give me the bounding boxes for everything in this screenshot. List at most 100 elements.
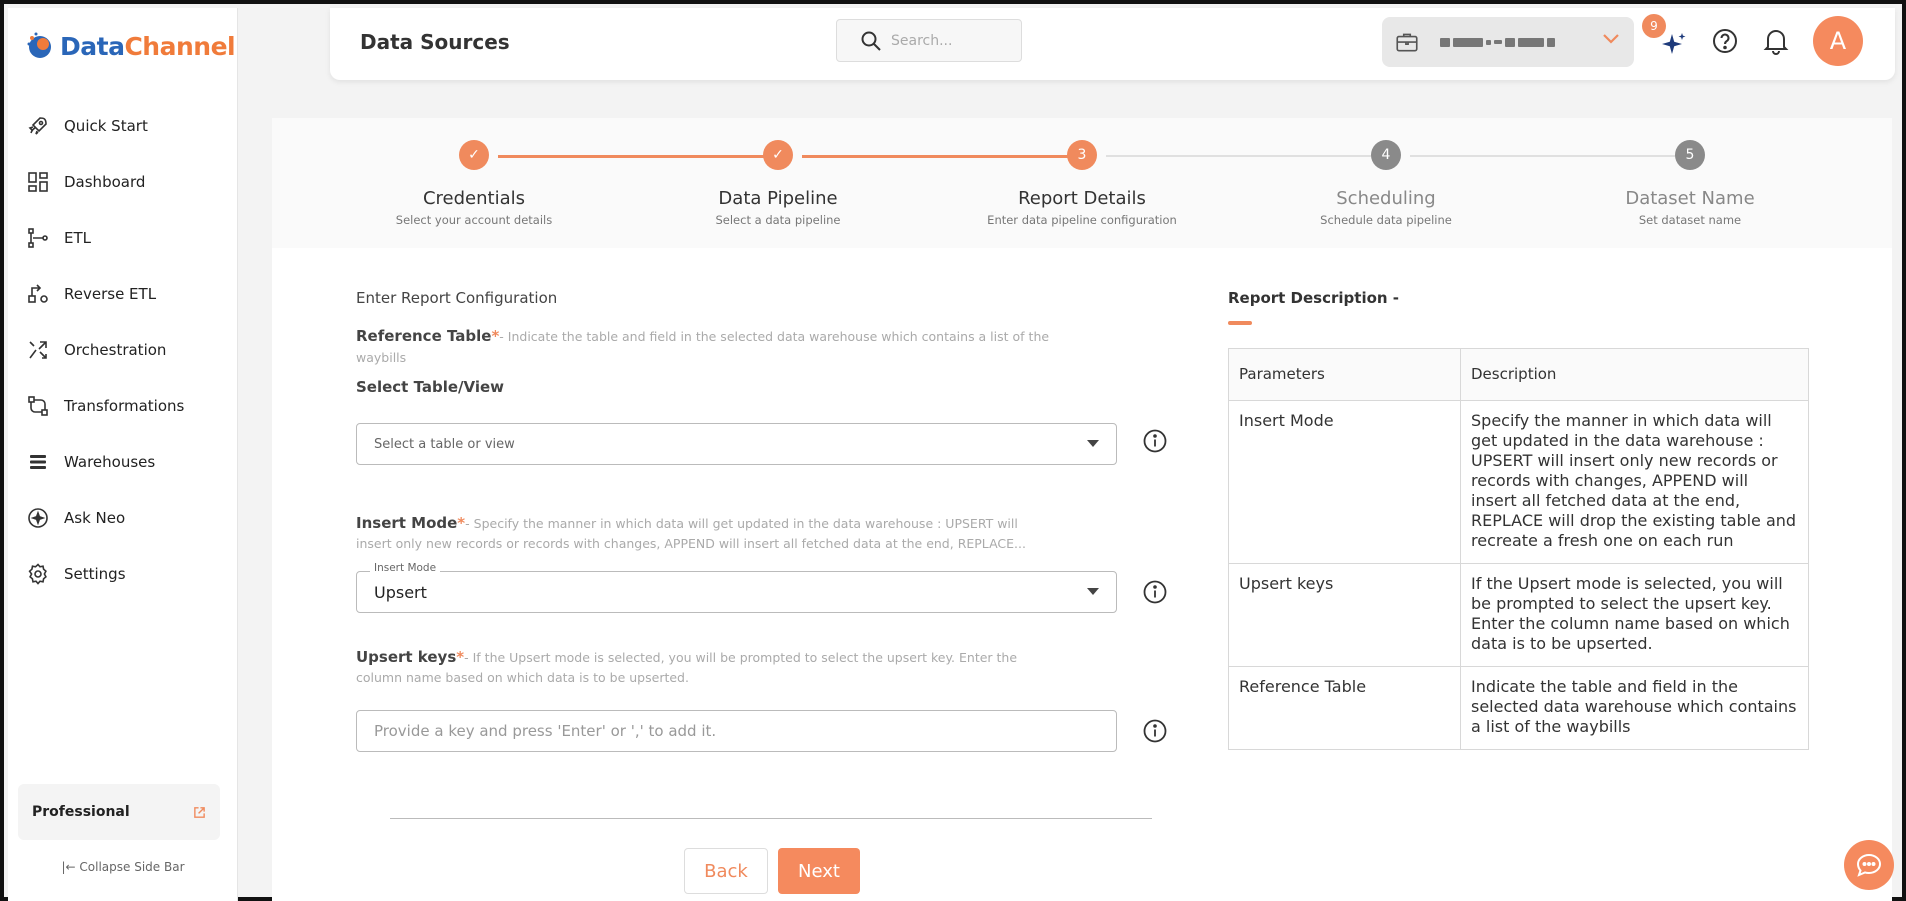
etl-icon [28,228,48,248]
step-title: Data Pipeline [718,188,838,209]
step-subtitle: Schedule data pipeline [1320,213,1452,227]
upsert-keys-label-text: Upsert keys [356,648,457,666]
logo[interactable]: DataChannel [24,30,236,62]
sidebar-item-warehouses[interactable]: Warehouses [8,434,238,490]
search-icon [861,31,881,51]
step-title: Credentials [422,188,526,209]
plan-card[interactable]: Professional [18,784,220,840]
description-cell: Specify the manner in which data will ge… [1460,400,1809,564]
logo-text-channel: Channel [124,31,236,61]
sidebar-item-label: Reverse ETL [64,285,157,303]
reverse-etl-icon [28,284,48,303]
step-title: Dataset Name [1625,188,1755,209]
bell-icon [1763,30,1789,55]
step-subtitle: Select a data pipeline [715,213,841,227]
form-divider [390,818,1152,819]
notifications-button[interactable] [1760,25,1792,57]
sidebar-item-label: Warehouses [64,453,156,471]
table-view-select[interactable]: Select a table or view [356,423,1117,465]
upsert-keys-description-cont: column name based on which data is to be… [356,670,689,685]
search-box[interactable] [836,19,1022,62]
column-header-description: Description [1460,348,1809,401]
step-subtitle: Enter data pipeline configuration [987,213,1177,227]
insert-mode-value: Upsert [374,582,427,602]
sidebar-item-quick-start[interactable]: Quick Start [8,98,238,154]
sparkle-icon [1662,33,1686,54]
insert-mode-description: - Specify the manner in which data will … [465,516,1018,531]
step-dataset-name[interactable]: 5 Dataset Name Set dataset name [1570,140,1810,227]
dropdown-caret-icon [1087,440,1099,447]
chat-icon [1856,853,1882,877]
warehouses-icon [30,455,46,469]
step-data-pipeline[interactable]: ✓ Data Pipeline Select a data pipeline [658,140,898,227]
required-marker: * [456,648,465,666]
step-number: 4 [1371,140,1401,170]
parameter-cell: Upsert keys [1228,563,1461,667]
collapse-label: Collapse Side Bar [79,860,185,874]
avatar[interactable]: A [1813,16,1863,66]
sidebar-item-ask-neo[interactable]: Ask Neo [8,490,238,546]
sidebar-item-orchestration[interactable]: Orchestration [8,322,238,378]
select-table-label: Select Table/View [356,378,505,396]
description-cell: If the Upsert mode is selected, you will… [1460,563,1809,667]
help-icon [1713,29,1737,53]
workspace-selector[interactable] [1382,17,1634,67]
step-scheduling[interactable]: 4 Scheduling Schedule data pipeline [1266,140,1506,227]
form-heading: Enter Report Configuration [356,289,558,307]
table-row: Upsert keys If the Upsert mode is select… [1228,563,1809,667]
step-report-details[interactable]: 3 Report Details Enter data pipeline con… [962,140,1202,227]
info-icon[interactable] [1142,718,1168,744]
reference-table-description: - Indicate the table and field in the se… [499,329,1050,344]
orchestration-icon [29,341,47,359]
table-row: Reference Table Indicate the table and f… [1228,666,1809,750]
step-credentials[interactable]: ✓ Credentials Select your account detail… [354,140,594,227]
reference-table-label-text: Reference Table [356,327,492,345]
upsert-keys-description: - If the Upsert mode is selected, you wi… [464,650,1018,665]
sidebar-item-settings[interactable]: Settings [8,546,238,602]
parameter-cell: Reference Table [1228,666,1461,750]
chat-support-button[interactable] [1844,840,1894,890]
dropdown-caret-icon [1087,588,1099,595]
sidebar-item-reverse-etl[interactable]: Reverse ETL [8,266,238,322]
step-subtitle: Set dataset name [1638,213,1742,227]
stepper: ✓ Credentials Select your account detail… [272,118,1892,248]
logo-text: DataChannel [60,31,236,61]
upsert-keys-label: Upsert keys*- If the Upsert mode is sele… [356,648,1017,666]
main-panel: ✓ Credentials Select your account detail… [272,118,1892,901]
search-input[interactable] [891,32,1011,49]
collapse-sidebar-button[interactable]: |← Collapse Side Bar [8,860,238,874]
sidebar-item-label: Ask Neo [64,509,126,527]
notification-count-badge: 9 [1642,14,1666,38]
briefcase-icon [1396,33,1418,52]
parameter-cell: Insert Mode [1228,400,1461,564]
info-icon[interactable] [1142,579,1168,605]
report-description-table: Parameters Description Insert Mode Speci… [1228,348,1809,750]
gear-icon [28,563,47,585]
table-view-placeholder: Select a table or view [374,436,515,452]
table-row: Insert Mode Specify the manner in which … [1228,400,1809,564]
insert-mode-select[interactable]: Upsert [356,571,1117,613]
plan-label: Professional [32,804,130,820]
sidebar-item-label: Settings [64,565,126,583]
app-frame: DataChannel Quick Start Dashboard ETL Re… [0,0,1906,901]
sidebar-nav: Quick Start Dashboard ETL Reverse ETL Or… [8,98,238,602]
sidebar-item-transformations[interactable]: Transformations [8,378,238,434]
insert-mode-label: Insert Mode*- Specify the manner in whic… [356,514,1018,532]
upsert-keys-input[interactable] [356,710,1117,752]
back-button[interactable]: Back [684,848,768,894]
next-button[interactable]: Next [778,848,860,894]
info-icon[interactable] [1142,428,1168,454]
help-button[interactable] [1709,25,1741,57]
step-number: 5 [1675,140,1705,170]
external-link-icon[interactable] [193,806,206,819]
sidebar-item-label: Transformations [64,397,185,415]
sidebar-item-label: Dashboard [64,173,146,191]
sidebar-item-etl[interactable]: ETL [8,210,238,266]
chevron-down-icon [1603,34,1619,44]
step-subtitle: Select your account details [395,213,553,227]
sidebar-item-label: Orchestration [64,341,167,359]
sidebar-item-dashboard[interactable]: Dashboard [8,154,238,210]
transformations-icon [28,396,48,416]
reference-table-label: Reference Table*- Indicate the table and… [356,327,1049,345]
dashboard-icon [28,172,48,192]
